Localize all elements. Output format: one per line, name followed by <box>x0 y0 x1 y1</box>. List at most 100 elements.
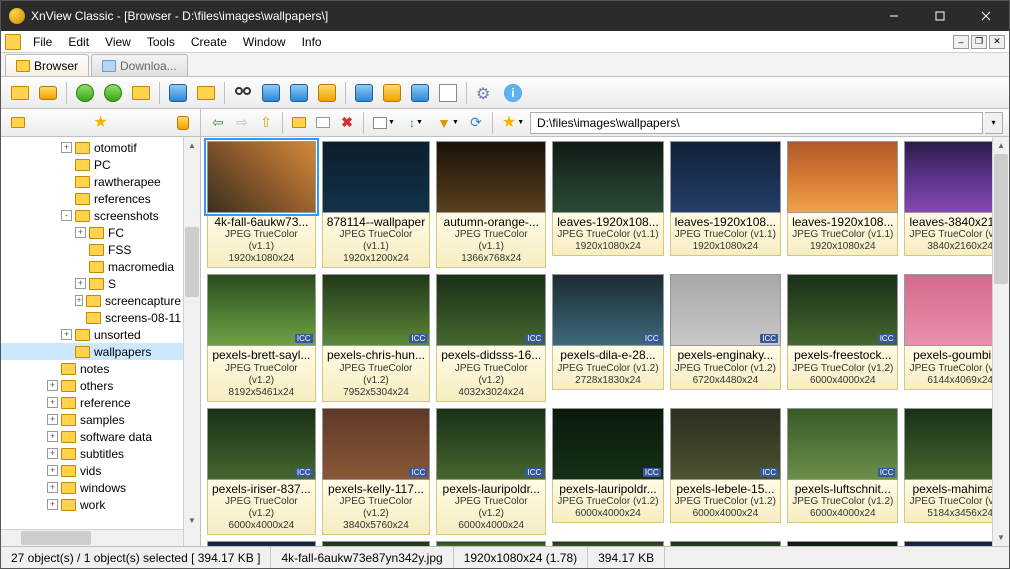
expand-toggle[interactable]: + <box>47 465 58 476</box>
expand-toggle[interactable]: - <box>61 210 72 221</box>
folder-tree[interactable]: +otomotifPCrawtherapeereferences-screens… <box>1 137 183 529</box>
tree-node[interactable]: +vids <box>1 462 183 479</box>
menu-create[interactable]: Create <box>183 32 235 52</box>
copy-button[interactable] <box>193 80 219 106</box>
thumbnail-item[interactable]: autumn-orange-...JPEG TrueColor (v1.1)13… <box>436 141 546 268</box>
expand-toggle[interactable]: + <box>47 448 58 459</box>
print-button[interactable] <box>258 80 284 106</box>
thumbnail-item[interactable] <box>552 541 663 546</box>
contact-sheet-button[interactable] <box>435 80 461 106</box>
rename-button[interactable] <box>312 112 334 134</box>
mdi-restore-button[interactable]: ❐ <box>971 35 987 49</box>
settings-button[interactable]: ⚙ <box>472 80 498 106</box>
tree-node[interactable]: FSS <box>1 241 183 258</box>
refresh-view-button[interactable]: ⟳ <box>465 112 487 134</box>
menu-edit[interactable]: Edit <box>60 32 97 52</box>
expand-toggle[interactable]: + <box>75 227 86 238</box>
menu-file[interactable]: File <box>25 32 60 52</box>
expand-toggle[interactable]: + <box>61 142 72 153</box>
menu-view[interactable]: View <box>97 32 139 52</box>
thumbnail-item[interactable]: ICCpexels-iriser-837...JPEG TrueColor (v… <box>207 408 316 535</box>
categories-tab-button[interactable] <box>172 112 194 134</box>
fullscreen-button[interactable] <box>35 80 61 106</box>
tree-node[interactable]: -screenshots <box>1 207 183 224</box>
refresh-button[interactable] <box>72 80 98 106</box>
thumbnail-item[interactable] <box>436 541 546 546</box>
slideshow-button[interactable] <box>379 80 405 106</box>
menu-tools[interactable]: Tools <box>139 32 183 52</box>
thumbnail-item[interactable]: 878114--wallpaperJPEG TrueColor (v1.1)19… <box>322 141 431 268</box>
thumbnail-grid[interactable]: 4k-fall-6aukw73...JPEG TrueColor (v1.1)1… <box>207 141 986 546</box>
close-button[interactable] <box>963 1 1009 31</box>
forward-button[interactable]: ⇨ <box>231 112 253 134</box>
tree-node[interactable]: +screencapture <box>1 292 183 309</box>
thumbnail-item[interactable]: leaves-1920x108...JPEG TrueColor (v1.1)1… <box>787 141 898 268</box>
thumbnail-item[interactable] <box>207 541 316 546</box>
tree-node[interactable]: +samples <box>1 411 183 428</box>
tab-browser[interactable]: Browser <box>5 54 89 76</box>
view-mode-button[interactable]: ▼ <box>369 112 399 134</box>
thumbnail-item[interactable]: ICCpexels-lauripoldr...JPEG TrueColor (v… <box>436 408 546 535</box>
sort-button[interactable]: ↕▼ <box>401 112 431 134</box>
favorite-add-button[interactable]: ★▼ <box>498 112 528 134</box>
cut-button[interactable] <box>165 80 191 106</box>
expand-toggle[interactable]: + <box>47 397 58 408</box>
mdi-close-button[interactable]: ✕ <box>989 35 1005 49</box>
expand-toggle[interactable]: + <box>47 431 58 442</box>
tree-node[interactable]: PC <box>1 156 183 173</box>
thumbnail-item[interactable]: ICCpexels-freestock...JPEG TrueColor (v1… <box>787 274 898 401</box>
tree-node[interactable]: +others <box>1 377 183 394</box>
thumbnail-item[interactable] <box>670 541 781 546</box>
path-dropdown-button[interactable]: ▾ <box>985 112 1003 134</box>
tree-node[interactable]: +FC <box>1 224 183 241</box>
thumbnail-item[interactable]: ICCpexels-dila-e-28...JPEG TrueColor (v1… <box>552 274 663 401</box>
webpage-button[interactable] <box>407 80 433 106</box>
thumbnail-item[interactable]: ICCpexels-luftschnit...JPEG TrueColor (v… <box>787 408 898 535</box>
tree-node[interactable]: screens-08-11 <box>1 309 183 326</box>
expand-toggle[interactable]: + <box>47 482 58 493</box>
tree-node[interactable]: +unsorted <box>1 326 183 343</box>
search-button[interactable] <box>230 80 256 106</box>
tree-node[interactable]: references <box>1 190 183 207</box>
up-folder-button[interactable] <box>128 80 154 106</box>
expand-toggle[interactable]: + <box>61 329 72 340</box>
thumbnail-item[interactable] <box>787 541 898 546</box>
thumbnail-item[interactable]: ICCpexels-kelly-117...JPEG TrueColor (v1… <box>322 408 431 535</box>
acquire-button[interactable] <box>314 80 340 106</box>
menu-info[interactable]: Info <box>294 32 330 52</box>
tree-node[interactable]: +subtitles <box>1 445 183 462</box>
thumbnail-item[interactable]: leaves-1920x108...JPEG TrueColor (v1.1)1… <box>552 141 663 268</box>
scan-button[interactable] <box>286 80 312 106</box>
thumbnail-item[interactable]: ICCpexels-enginaky...JPEG TrueColor (v1.… <box>670 274 781 401</box>
expand-toggle[interactable]: + <box>47 380 58 391</box>
up-button[interactable]: ⇧ <box>255 112 277 134</box>
reload-button[interactable] <box>100 80 126 106</box>
tree-node[interactable]: +S <box>1 275 183 292</box>
expand-toggle[interactable]: + <box>47 414 58 425</box>
mdi-minimize-button[interactable]: – <box>953 35 969 49</box>
back-button[interactable]: ⇦ <box>207 112 229 134</box>
thumbnail-item[interactable] <box>322 541 431 546</box>
thumbnail-item[interactable]: ICCpexels-chris-hun...JPEG TrueColor (v1… <box>322 274 431 401</box>
tree-node[interactable]: +windows <box>1 479 183 496</box>
tree-node[interactable]: +reference <box>1 394 183 411</box>
thumbnail-item[interactable]: ICCpexels-didsss-16...JPEG TrueColor (v1… <box>436 274 546 401</box>
filter-button[interactable]: ▼▼ <box>433 112 463 134</box>
tree-horizontal-scrollbar[interactable] <box>1 529 183 546</box>
minimize-button[interactable] <box>871 1 917 31</box>
capture-button[interactable] <box>351 80 377 106</box>
menu-window[interactable]: Window <box>235 32 294 52</box>
path-input[interactable] <box>530 112 983 134</box>
expand-toggle[interactable]: + <box>47 499 58 510</box>
tree-node[interactable]: wallpapers <box>1 343 183 360</box>
thumbnail-item[interactable]: leaves-1920x108...JPEG TrueColor (v1.1)1… <box>670 141 781 268</box>
tree-node[interactable]: notes <box>1 360 183 377</box>
about-button[interactable]: i <box>500 80 526 106</box>
thumbnail-vertical-scrollbar[interactable]: ▲▼ <box>992 137 1009 546</box>
expand-toggle[interactable]: + <box>75 278 86 289</box>
thumbnail-item[interactable]: ICCpexels-brett-sayl...JPEG TrueColor (v… <box>207 274 316 401</box>
tree-node[interactable]: +software data <box>1 428 183 445</box>
new-folder-button[interactable] <box>288 112 310 134</box>
expand-toggle[interactable]: + <box>75 295 83 306</box>
favorites-tab-button[interactable]: ★ <box>90 112 112 134</box>
